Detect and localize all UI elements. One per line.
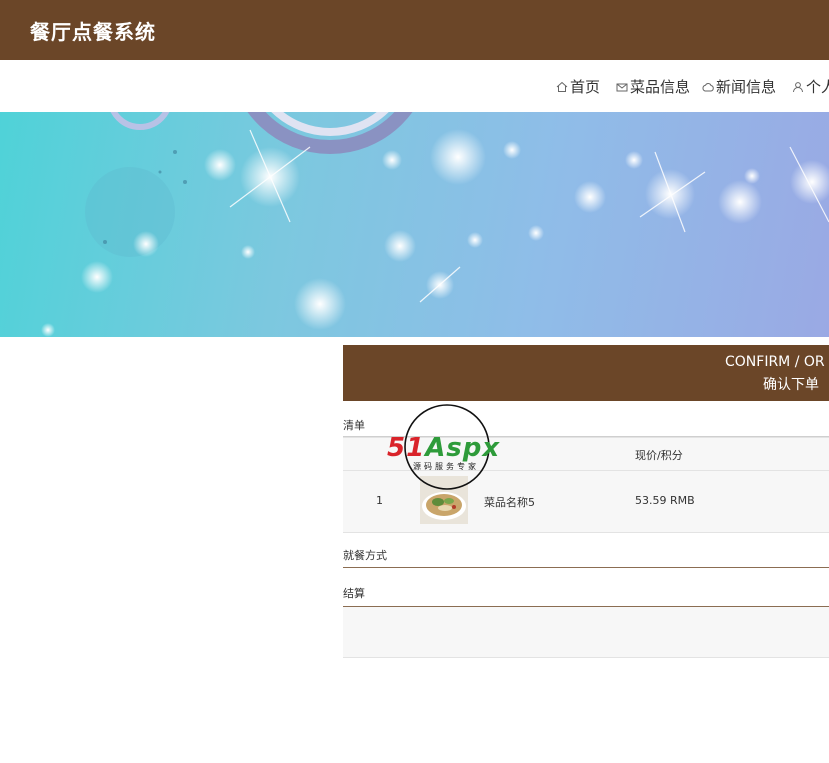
site-title: 餐厅点餐系统 (30, 20, 156, 44)
user-icon (792, 79, 804, 97)
dining-method-rule (343, 567, 829, 568)
header-title-en: CONFIRM / OR (725, 354, 825, 370)
nav-item-label: 菜品信息 (630, 78, 691, 96)
top-bar: 餐厅点餐系统 (0, 0, 829, 60)
column-header-price: 现价/积分 (635, 449, 683, 462)
settlement-panel (343, 607, 829, 658)
confirm-order-header: CONFIRM / OR 确认下单 (343, 345, 829, 401)
dish-name: 菜品名称5 (484, 496, 535, 509)
envelope-icon (616, 79, 628, 97)
row-index: 1 (376, 494, 383, 507)
header-title-zh: 确认下单 (763, 377, 819, 393)
nav-item-label: 新闻信息 (716, 78, 777, 96)
nav-item-news[interactable]: 新闻信息 (702, 76, 776, 97)
main-nav: 首页 菜品信息 新闻信息 个人 (0, 60, 829, 112)
banner-decoration (41, 112, 829, 337)
nav-item-profile[interactable]: 个人 (792, 76, 829, 97)
nav-item-label: 个人 (806, 78, 829, 96)
settlement-label: 结算 (343, 587, 365, 600)
dish-image[interactable] (420, 476, 468, 524)
order-table: 现价/积分 1 菜品名称5 53.59 RMB (343, 437, 829, 533)
order-list-label: 清单 (343, 419, 365, 432)
nav-item-dishes[interactable]: 菜品信息 (616, 76, 690, 97)
home-icon (556, 79, 568, 97)
cloud-icon (702, 79, 714, 97)
table-header-divider (343, 470, 829, 471)
nav-item-label: 首页 (570, 78, 601, 96)
dining-method-label: 就餐方式 (343, 549, 387, 562)
dish-price: 53.59 RMB (635, 494, 695, 507)
hero-banner (0, 112, 829, 337)
nav-item-home[interactable]: 首页 (556, 76, 600, 97)
